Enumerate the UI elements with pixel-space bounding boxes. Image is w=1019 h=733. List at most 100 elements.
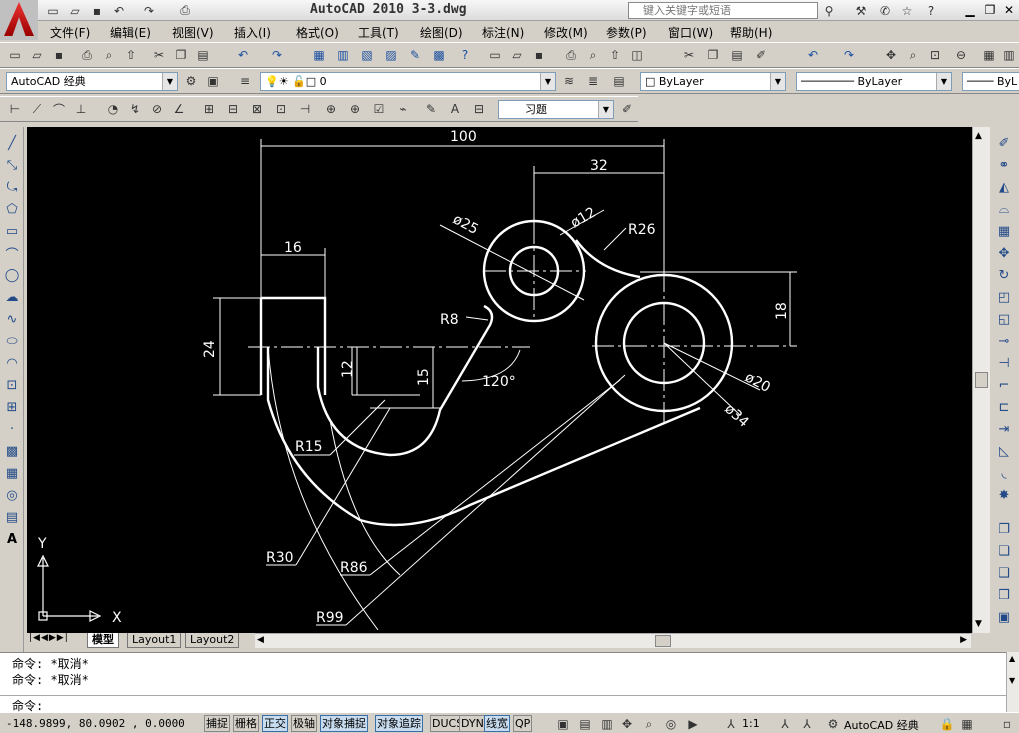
favorites-icon[interactable]: ☆ (898, 2, 916, 19)
copy-object-icon[interactable]: ⚭ (994, 155, 1014, 175)
polar-toggle[interactable]: 极轴 (291, 715, 317, 732)
menu-window[interactable]: 窗口(W) (668, 24, 713, 41)
jogged-dim-icon[interactable]: ↯ (126, 100, 144, 118)
grid-toggle[interactable]: 栅格 (233, 715, 259, 732)
restore-icon[interactable]: ❐ (980, 1, 1000, 19)
match-properties-icon[interactable]: ✐ (752, 46, 770, 64)
design-center-icon-2[interactable]: ▥ (1000, 46, 1018, 64)
snap-toggle[interactable]: 捕捉 (204, 715, 230, 732)
copy-icon[interactable]: ❐ (172, 46, 190, 64)
rotate-icon[interactable]: ↻ (994, 265, 1014, 285)
3d-dwf-icon[interactable]: ◫ (628, 46, 646, 64)
scroll-down-icon[interactable]: ▼ (1009, 676, 1015, 685)
ortho-toggle[interactable]: 正交 (262, 715, 288, 732)
binoculars-icon[interactable]: ⚲ (820, 2, 838, 19)
scroll-left-icon[interactable]: ◀ (257, 635, 264, 645)
steeringwheel-icon[interactable]: ◎ (662, 715, 680, 733)
menu-view[interactable]: 视图(V) (172, 24, 214, 41)
otrack-toggle[interactable]: 对象追踪 (375, 715, 423, 732)
zoom-previous-icon[interactable]: ⊖ (952, 46, 970, 64)
paste-icon-2[interactable]: ▤ (728, 46, 746, 64)
copy-icon-2[interactable]: ❐ (704, 46, 722, 64)
undo-icon-2[interactable]: ↶ (804, 46, 822, 64)
spline-icon[interactable]: ∿ (2, 309, 22, 329)
trim-icon[interactable]: ⊸ (994, 331, 1014, 351)
auto-scale-icon[interactable]: ⅄ (798, 715, 816, 733)
layer-previous-icon[interactable]: ≣ (584, 72, 602, 90)
fillet-icon[interactable]: ◟ (994, 463, 1014, 483)
search-input[interactable]: 键入关键字或短语 (628, 2, 818, 19)
explode-icon[interactable]: ✸ (994, 485, 1014, 505)
open-file-icon[interactable]: ▱ (66, 2, 84, 19)
app-menu-button[interactable] (0, 0, 38, 40)
hardware-acceleration-icon[interactable]: ▦ (958, 715, 976, 733)
menu-tools[interactable]: 工具(T) (358, 24, 399, 41)
break-at-point-icon[interactable]: ⌐ (994, 375, 1014, 395)
zoom-icon[interactable]: ⌕ (640, 715, 658, 733)
tab-nav-arrows-icon[interactable]: |◀◀▶▶| (29, 633, 69, 643)
vertical-scroll-thumb[interactable] (975, 372, 988, 388)
save-icon-2[interactable]: ▪ (530, 46, 548, 64)
calculator-icon[interactable]: ▩ (430, 46, 448, 64)
insert-block-icon[interactable]: ⊡ (2, 375, 22, 395)
color-select[interactable]: □ ByLayer ▼ (640, 72, 786, 91)
undo-icon[interactable]: ↶ (110, 2, 128, 19)
menu-help[interactable]: 帮助(H) (730, 24, 772, 41)
tool-palettes-icon[interactable]: ▧ (358, 46, 376, 64)
menu-format[interactable]: 格式(O) (296, 24, 339, 41)
radius-dim-icon[interactable]: ◔ (104, 100, 122, 118)
ellipse-icon[interactable]: ⬭ (2, 331, 22, 351)
dim-text-edit-icon[interactable]: A (446, 100, 464, 118)
circle-icon[interactable]: ◯ (2, 265, 22, 285)
cut-icon-2[interactable]: ✂ (680, 46, 698, 64)
make-current-layer-icon[interactable]: ≋ (560, 72, 578, 90)
bring-front-icon[interactable]: ❏ (994, 541, 1014, 561)
quick-dim-icon[interactable]: ⊞ (200, 100, 218, 118)
hatch-icon[interactable]: ▩ (2, 441, 22, 461)
jogged-linear-icon[interactable]: ⌁ (394, 100, 412, 118)
ordinate-dim-icon[interactable]: ⊥ (72, 100, 90, 118)
pan-icon[interactable]: ✥ (882, 46, 900, 64)
inspect-icon[interactable]: ☑ (370, 100, 388, 118)
plot-icon[interactable]: ⎙ (78, 46, 96, 64)
workspace-save-icon[interactable]: ▣ (204, 72, 222, 90)
break-icon[interactable]: ⊏ (994, 397, 1014, 417)
close-icon[interactable]: ✕ (999, 1, 1019, 19)
linear-dim-icon[interactable]: ⊢ (6, 100, 24, 118)
lineweight-toggle[interactable]: 线宽 (484, 715, 510, 732)
gradient-icon[interactable]: ▦ (2, 463, 22, 483)
dim-style-manager-icon[interactable]: ✐ (618, 100, 636, 118)
multiline-text-icon[interactable]: A (2, 529, 22, 549)
erase-icon[interactable]: ✐ (994, 133, 1014, 153)
menu-parametric[interactable]: 参数(P) (606, 24, 647, 41)
clean-screen-icon[interactable]: ▫ (998, 715, 1016, 733)
undo-icon[interactable]: ↶ (234, 46, 252, 64)
stretch-icon[interactable]: ◱ (994, 309, 1014, 329)
dyn-toggle[interactable]: DYN (459, 715, 486, 732)
menu-file[interactable]: 文件(F) (50, 24, 90, 41)
save-icon[interactable]: ▪ (88, 2, 106, 19)
subscription-icon[interactable]: ⚒ (852, 2, 870, 19)
model-space-icon[interactable]: ▣ (554, 715, 572, 733)
design-center-icon[interactable]: ▥ (334, 46, 352, 64)
status-workspace[interactable]: AutoCAD 经典 (844, 717, 919, 733)
center-mark-icon[interactable]: ⊕ (346, 100, 364, 118)
command-scrollbar[interactable]: ▲ ▼ (1006, 652, 1019, 712)
menu-edit[interactable]: 编辑(E) (110, 24, 151, 41)
linetype-select[interactable]: ──────── ByLayer ▼ (796, 72, 952, 91)
print-icon[interactable]: ⎙ (176, 2, 194, 19)
markup-icon[interactable]: ✎ (406, 46, 424, 64)
new-file-icon[interactable]: ▭ (44, 2, 62, 19)
extend-icon[interactable]: ⊣ (994, 353, 1014, 373)
showmotion-icon[interactable]: ▶ (684, 715, 702, 733)
tab-model[interactable]: 模型 (87, 633, 119, 648)
lineweight-select[interactable]: ──── ByL (962, 72, 1019, 91)
layer-select[interactable]: 💡☀ 🔓□ 0 ▼ (260, 72, 556, 91)
vertical-scrollbar[interactable]: ▲ ▼ (972, 127, 990, 633)
preview-icon[interactable]: ⌕ (100, 46, 118, 64)
rectangle-icon[interactable]: ▭ (2, 221, 22, 241)
point-icon[interactable]: · (2, 419, 22, 439)
dimstyle-select[interactable]: 习题 ▼ (498, 100, 614, 119)
chamfer-icon[interactable]: ◺ (994, 441, 1014, 461)
make-block-icon[interactable]: ⊞ (2, 397, 22, 417)
